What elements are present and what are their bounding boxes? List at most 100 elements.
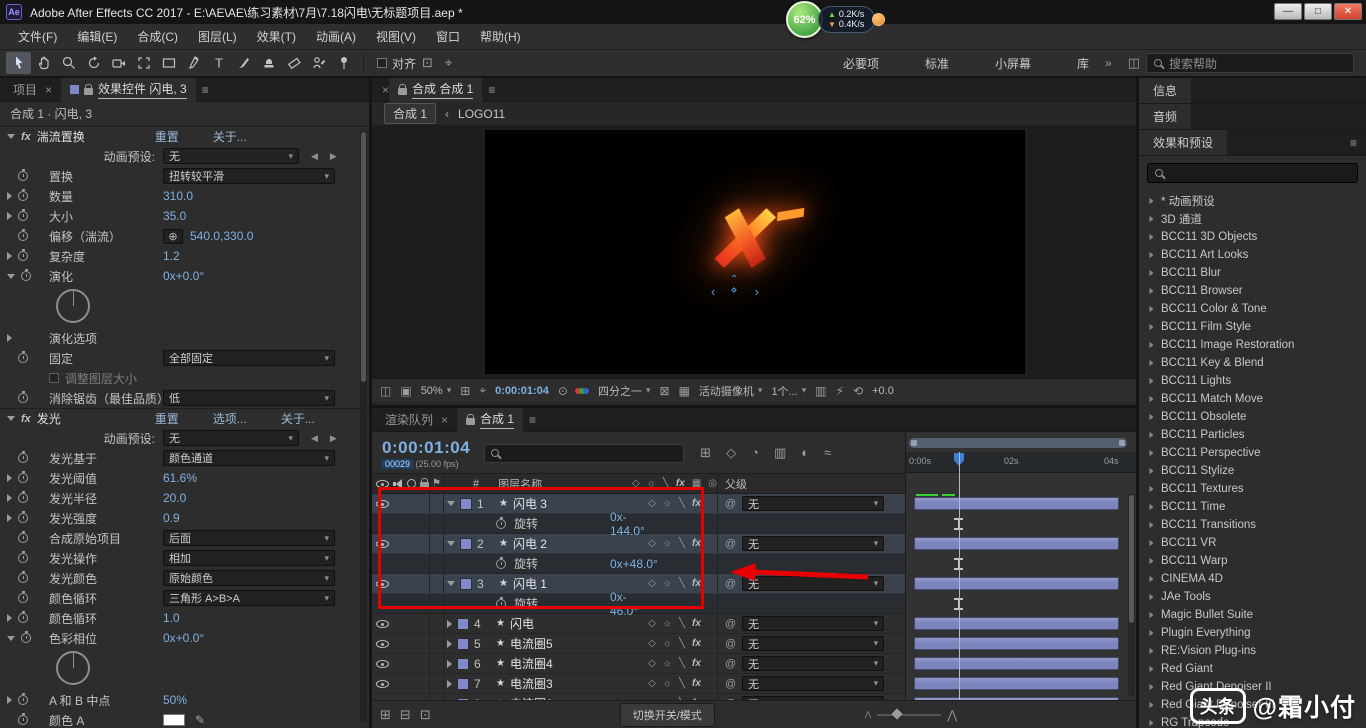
selection-tool-icon[interactable] bbox=[6, 52, 31, 74]
animation-preset-dropdown[interactable]: 无▾ bbox=[163, 430, 299, 446]
property-name[interactable]: 旋转 bbox=[514, 595, 538, 612]
shy-switch-icon[interactable]: ◇ bbox=[648, 498, 656, 509]
layer-name[interactable]: 电流圈4 bbox=[510, 655, 553, 672]
expander-icon[interactable] bbox=[447, 620, 452, 628]
panel-menu-icon[interactable]: ≡ bbox=[202, 83, 209, 97]
expander-icon[interactable] bbox=[1150, 684, 1154, 690]
param-value[interactable]: 0.9 bbox=[163, 511, 180, 525]
effects-category-item[interactable]: BCC11 Particles bbox=[1139, 426, 1366, 444]
mini-flowchart-icon[interactable]: ⊞ bbox=[700, 445, 711, 461]
scrollbar[interactable] bbox=[360, 130, 367, 722]
workspace-tab[interactable]: 库 bbox=[1077, 55, 1089, 72]
effects-category-item[interactable]: BCC11 Textures bbox=[1139, 480, 1366, 498]
info-panel-tab[interactable]: 信息 bbox=[1139, 78, 1191, 103]
snapshot-icon[interactable]: ⊙ bbox=[558, 384, 568, 398]
camera-orbit-widget[interactable]: ‹›⌃ bbox=[711, 276, 759, 306]
pickwhip-icon[interactable]: @ bbox=[725, 498, 736, 510]
layer-row[interactable]: 4★闪电◇☼╲fx@无▾ bbox=[372, 614, 905, 634]
expander-icon[interactable] bbox=[1150, 630, 1154, 636]
panel-menu-icon[interactable]: ≡ bbox=[1350, 136, 1357, 150]
collapse-switch-icon[interactable]: ☼ bbox=[663, 498, 672, 509]
expand-in-out-icon[interactable]: ⊡ bbox=[420, 707, 431, 723]
effects-category-item[interactable]: BCC11 Lights bbox=[1139, 372, 1366, 390]
effects-category-item[interactable]: BCC11 Transitions bbox=[1139, 516, 1366, 534]
visibility-eye-icon[interactable] bbox=[376, 620, 389, 628]
expander-icon[interactable] bbox=[447, 501, 455, 506]
effects-category-item[interactable]: BCC11 Time bbox=[1139, 498, 1366, 516]
effects-category-item[interactable]: Red Giant bbox=[1139, 660, 1366, 678]
time-navigator-bar[interactable] bbox=[909, 438, 1127, 448]
expander-icon[interactable] bbox=[7, 252, 12, 260]
param-value[interactable]: 310.0 bbox=[163, 189, 193, 203]
solo-column-icon[interactable] bbox=[407, 479, 416, 488]
param-value[interactable]: 61.6% bbox=[163, 471, 197, 485]
stopwatch-icon[interactable] bbox=[18, 493, 28, 503]
effects-category-item[interactable]: Plugin Everything bbox=[1139, 624, 1366, 642]
expander-icon[interactable] bbox=[7, 212, 12, 220]
scrollbar-thumb[interactable] bbox=[361, 132, 366, 382]
scrollbar-thumb[interactable] bbox=[1129, 495, 1134, 623]
effects-category-item[interactable]: * 动画预设 bbox=[1139, 192, 1366, 210]
param-value[interactable]: 1.0 bbox=[163, 611, 180, 625]
effects-category-item[interactable]: 3D 通道 bbox=[1139, 210, 1366, 228]
effects-category-item[interactable]: Magic Bullet Suite bbox=[1139, 606, 1366, 624]
frame-blending-icon[interactable]: ▥ bbox=[774, 445, 786, 461]
tab-composition[interactable]: 合成 合成 1 bbox=[389, 78, 482, 102]
zoom-tool-icon[interactable] bbox=[56, 52, 81, 74]
layer-track-row[interactable] bbox=[906, 534, 1136, 554]
workspace-tab[interactable]: 标准 bbox=[925, 55, 949, 72]
shy-switch-icon[interactable]: ◇ bbox=[648, 678, 656, 689]
expander-icon[interactable] bbox=[7, 134, 15, 139]
roto-brush-tool-icon[interactable] bbox=[306, 52, 331, 74]
layer-duration-bar[interactable] bbox=[914, 677, 1119, 690]
layer-row[interactable]: 3★闪电 1◇☼╲fx@无▾ bbox=[372, 574, 905, 594]
previous-preset-icon[interactable]: ◀ bbox=[311, 151, 318, 162]
effects-category-item[interactable]: BCC11 Film Style bbox=[1139, 318, 1366, 336]
expander-icon[interactable] bbox=[1150, 648, 1154, 654]
shy-switch-icon[interactable]: ◇ bbox=[648, 538, 656, 549]
snap-checkbox[interactable] bbox=[377, 58, 387, 68]
animation-preset-dropdown[interactable]: 无▾ bbox=[163, 148, 299, 164]
next-preset-icon[interactable]: ▶ bbox=[330, 433, 337, 444]
effects-category-item[interactable]: BCC11 Image Restoration bbox=[1139, 336, 1366, 354]
fx-switch-icon[interactable]: fx bbox=[692, 658, 701, 669]
parent-dropdown[interactable]: 无▾ bbox=[742, 576, 884, 591]
property-track-row[interactable] bbox=[906, 594, 1136, 614]
layer-color-chip[interactable] bbox=[457, 638, 469, 650]
expander-icon[interactable] bbox=[7, 514, 12, 522]
lock-icon[interactable] bbox=[398, 88, 407, 95]
layer-color-chip[interactable] bbox=[460, 538, 472, 550]
effects-category-item[interactable]: BCC11 Color & Tone bbox=[1139, 300, 1366, 318]
expander-icon[interactable] bbox=[1150, 432, 1154, 438]
expander-icon[interactable] bbox=[7, 416, 15, 421]
close-tab-icon[interactable]: × bbox=[45, 83, 52, 97]
shy-switch-icon[interactable]: ◇ bbox=[648, 658, 656, 669]
expander-icon[interactable] bbox=[1150, 414, 1154, 420]
effect-link-button[interactable]: 重置 bbox=[155, 410, 179, 427]
maximize-button[interactable]: □ bbox=[1304, 3, 1332, 20]
collapse-switch-icon[interactable]: ☼ bbox=[663, 678, 672, 689]
shy-switch-icon[interactable]: ◇ bbox=[648, 638, 656, 649]
layer-color-chip[interactable] bbox=[460, 578, 472, 590]
property-name[interactable]: 旋转 bbox=[514, 515, 538, 532]
param-value[interactable]: 20.0 bbox=[163, 491, 186, 505]
accelerator-ball-icon[interactable] bbox=[872, 13, 885, 26]
expander-icon[interactable] bbox=[1150, 360, 1154, 366]
time-ruler[interactable]: 0:00s02s04s bbox=[906, 452, 1136, 473]
menu-item[interactable]: 帮助(H) bbox=[470, 28, 531, 45]
menu-item[interactable]: 视图(V) bbox=[366, 28, 426, 45]
tab-comp-timeline[interactable]: 合成 1 bbox=[457, 408, 523, 432]
expander-icon[interactable] bbox=[1150, 612, 1154, 618]
effects-presets-panel-tab[interactable]: 效果和预设 bbox=[1139, 130, 1227, 155]
pen-tool-icon[interactable] bbox=[181, 52, 206, 74]
video-column-icon[interactable] bbox=[376, 480, 389, 488]
audio-panel-tab[interactable]: 音频 bbox=[1139, 104, 1191, 129]
expander-icon[interactable] bbox=[7, 274, 15, 279]
param-dropdown[interactable]: 三角形 A>B>A▾ bbox=[163, 590, 335, 606]
layer-track-row[interactable] bbox=[906, 494, 1136, 514]
rotation-tool-icon[interactable] bbox=[81, 52, 106, 74]
color-swatch[interactable] bbox=[163, 714, 185, 726]
collapse-switch-icon[interactable]: ☼ bbox=[663, 658, 672, 669]
collapse-switch-icon[interactable]: ☼ bbox=[663, 578, 672, 589]
stopwatch-icon[interactable] bbox=[18, 613, 28, 623]
